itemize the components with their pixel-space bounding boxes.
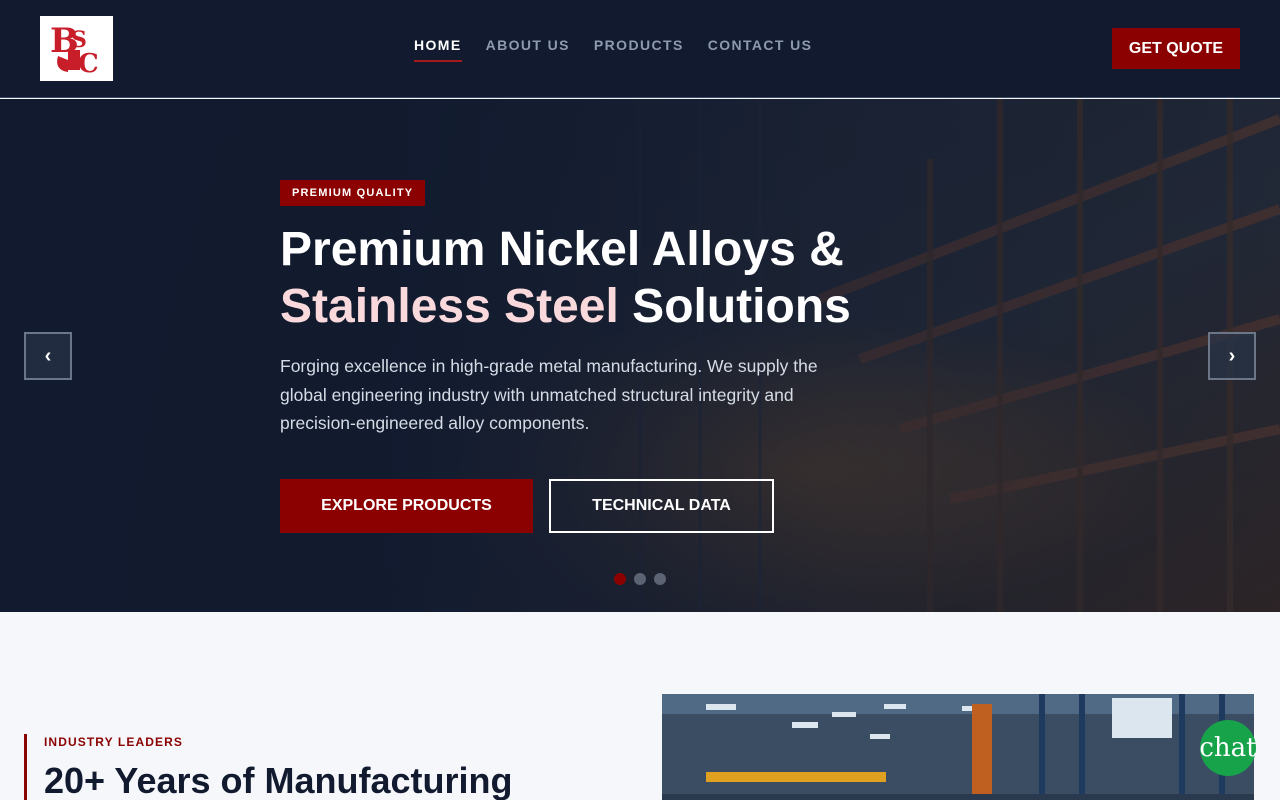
slide-dot-1[interactable]	[614, 573, 626, 585]
svg-text:C: C	[78, 49, 99, 79]
nav-home[interactable]: HOME	[414, 37, 462, 62]
nav-products[interactable]: PRODUCTS	[594, 37, 684, 61]
slide-dot-3[interactable]	[654, 573, 666, 585]
nav-contact-us[interactable]: CONTACT US	[708, 37, 813, 61]
premium-quality-badge: PREMIUM QUALITY	[280, 180, 426, 206]
slide-dot-2[interactable]	[634, 573, 646, 585]
site-header: B S C HOME ABOUT US PRODUCTS CONTACT US …	[0, 0, 1280, 98]
hero-title: Premium Nickel Alloys & Stainless Steel …	[280, 221, 900, 335]
hero-title-highlight: Stainless Steel	[280, 280, 619, 333]
get-quote-button[interactable]: GET QUOTE	[1112, 28, 1240, 69]
technical-data-button[interactable]: TECHNICAL DATA	[549, 479, 774, 533]
warehouse-image	[662, 694, 1254, 800]
chevron-left-icon: ‹	[44, 344, 52, 367]
hero-title-rest: Solutions	[618, 280, 851, 333]
about-section: INDUSTRY LEADERS 20+ Years of Manufactur…	[0, 612, 1280, 800]
main-nav: HOME ABOUT US PRODUCTS CONTACT US	[414, 37, 813, 62]
slide-indicators	[614, 573, 666, 585]
section-title: 20+ Years of Manufacturing	[44, 760, 513, 800]
section-eyebrow: INDUSTRY LEADERS	[44, 735, 183, 749]
bsc-logo-icon[interactable]: B S C	[40, 16, 113, 81]
explore-products-button[interactable]: EXPLORE PRODUCTS	[280, 479, 533, 533]
accent-bar	[24, 734, 27, 800]
chat-button[interactable]: chat	[1199, 720, 1257, 776]
nav-about-us[interactable]: ABOUT US	[486, 37, 570, 61]
chevron-right-icon: ›	[1228, 344, 1236, 367]
hero-title-line1: Premium Nickel Alloys &	[280, 223, 844, 276]
next-slide-button[interactable]: ›	[1208, 332, 1256, 380]
hero-description: Forging excellence in high-grade metal m…	[280, 356, 818, 433]
prev-slide-button[interactable]: ‹	[24, 332, 72, 380]
hero-slider: PREMIUM QUALITY Premium Nickel Alloys & …	[0, 99, 1280, 612]
